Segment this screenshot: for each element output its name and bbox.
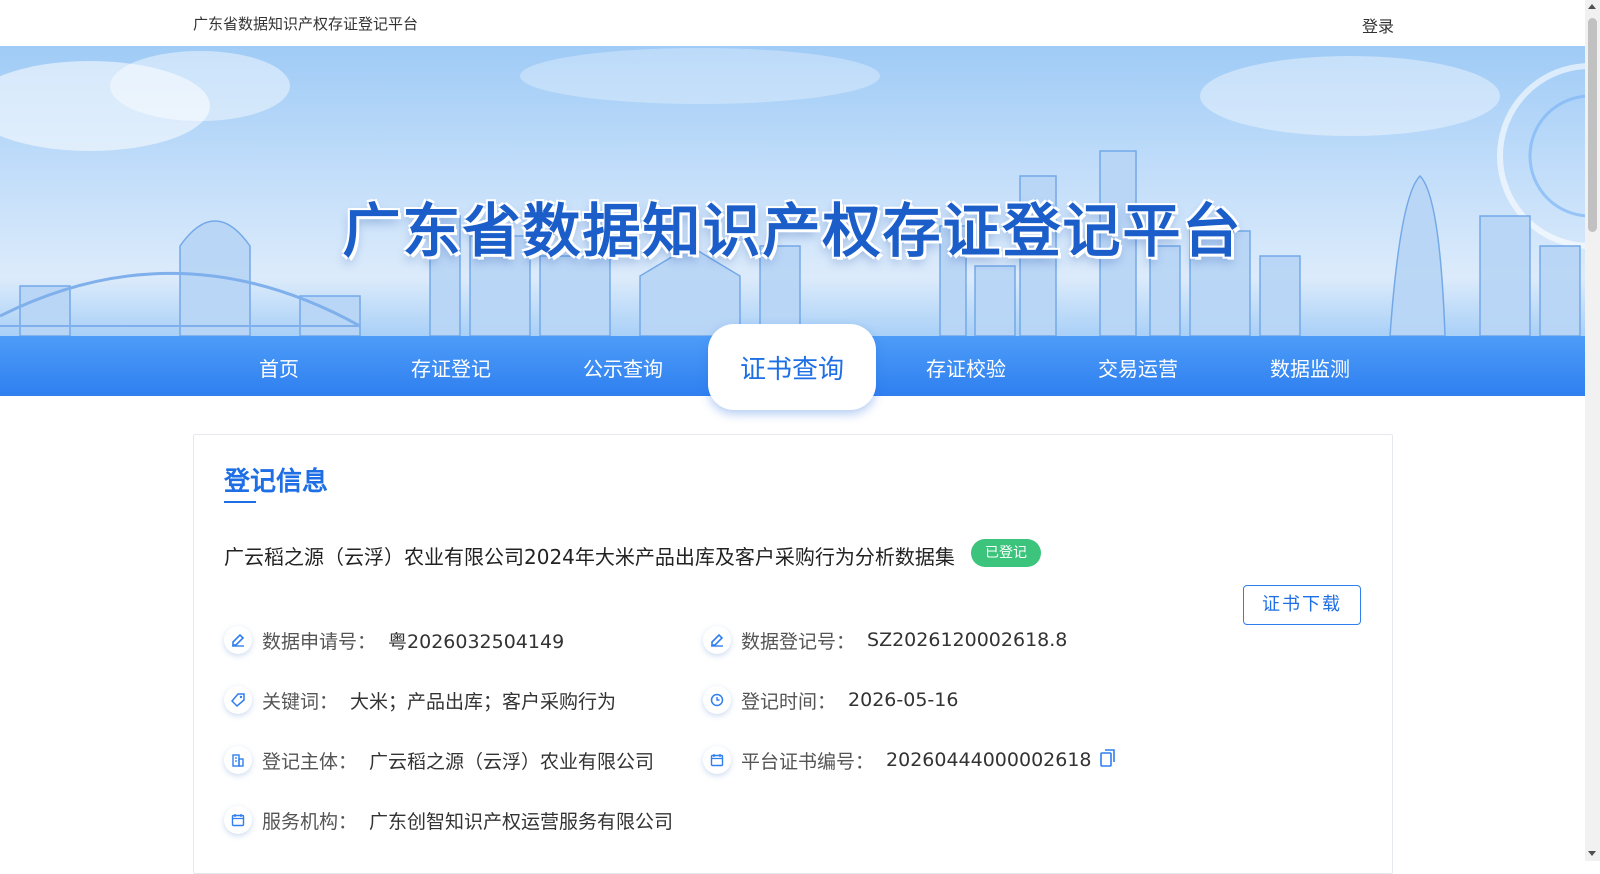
field-value: SZ2026120002618.8	[867, 629, 1068, 651]
field-apply-no: 数据申请号： 粤2026032504149	[224, 625, 564, 655]
registration-info-card: 登记信息 广云稻之源（云浮）农业有限公司2024年大米产品出库及客户采购行为分析…	[193, 434, 1393, 874]
field-register-time: 登记时间： 2026-05-16	[703, 685, 958, 715]
calendar-icon	[224, 806, 252, 834]
scrollbar-thumb[interactable]	[1588, 18, 1597, 232]
hero-banner: 广东省数据知识产权存证登记平台	[0, 46, 1585, 336]
field-value: 大米；产品出库；客户采购行为	[350, 690, 617, 713]
nav-data-monitor[interactable]: 数据监测	[1270, 353, 1350, 382]
field-value: 广东创智知识产权运营服务有限公司	[369, 810, 674, 833]
field-value: 广云稻之源（云浮）农业有限公司	[369, 750, 655, 773]
field-value: 2026-05-16	[848, 689, 959, 711]
company-icon	[224, 746, 252, 774]
edit-icon	[224, 626, 252, 654]
field-subject: 登记主体： 广云稻之源（云浮）农业有限公司	[224, 745, 654, 775]
top-bar: 广东省数据知识产权存证登记平台 登录	[0, 0, 1585, 46]
scroll-up-icon[interactable]	[1588, 4, 1596, 9]
status-badge: 已登记	[971, 539, 1041, 567]
field-agency: 服务机构： 广东创智知识产权运营服务有限公司	[224, 805, 673, 835]
field-value: 粤2026032504149	[388, 630, 565, 653]
section-underline	[224, 501, 256, 503]
edit-icon	[703, 626, 731, 654]
field-keywords: 关键词： 大米；产品出库；客户采购行为	[224, 685, 616, 715]
field-register-no: 数据登记号： SZ2026120002618.8	[703, 625, 1067, 655]
nav-trade-operation[interactable]: 交易运营	[1098, 353, 1178, 382]
banner-title: 广东省数据知识产权存证登记平台	[342, 197, 1243, 265]
scroll-down-icon[interactable]	[1588, 851, 1596, 856]
calendar-icon	[703, 746, 731, 774]
nav-certificate-query-active[interactable]: 证书查询	[708, 324, 876, 410]
field-label: 数据登记号：	[741, 630, 856, 653]
nav-home[interactable]: 首页	[259, 353, 299, 382]
tag-icon	[224, 686, 252, 714]
dataset-name: 广云稻之源（云浮）农业有限公司2024年大米产品出库及客户采购行为分析数据集	[224, 545, 955, 569]
field-label: 登记时间：	[741, 690, 837, 713]
field-label: 关键词：	[262, 690, 339, 713]
clock-icon	[703, 686, 731, 714]
site-title[interactable]: 广东省数据知识产权存证登记平台	[193, 13, 418, 34]
page-scrollbar[interactable]	[1585, 0, 1600, 861]
certificate-download-button[interactable]: 证书下载	[1243, 585, 1361, 625]
field-cert-no: 平台证书编号： 20260444000002618	[703, 745, 1116, 775]
login-link[interactable]: 登录	[1362, 13, 1394, 37]
copy-icon[interactable]	[1099, 749, 1116, 771]
field-label: 平台证书编号：	[741, 750, 875, 773]
nav-deposit-verify[interactable]: 存证校验	[926, 353, 1006, 382]
field-label: 服务机构：	[262, 810, 358, 833]
field-label: 数据申请号：	[262, 630, 377, 653]
field-label: 登记主体：	[262, 750, 358, 773]
field-value: 20260444000002618	[886, 749, 1092, 771]
nav-public-query[interactable]: 公示查询	[583, 353, 663, 382]
nav-deposit-register[interactable]: 存证登记	[411, 353, 491, 382]
section-title: 登记信息	[224, 467, 329, 497]
